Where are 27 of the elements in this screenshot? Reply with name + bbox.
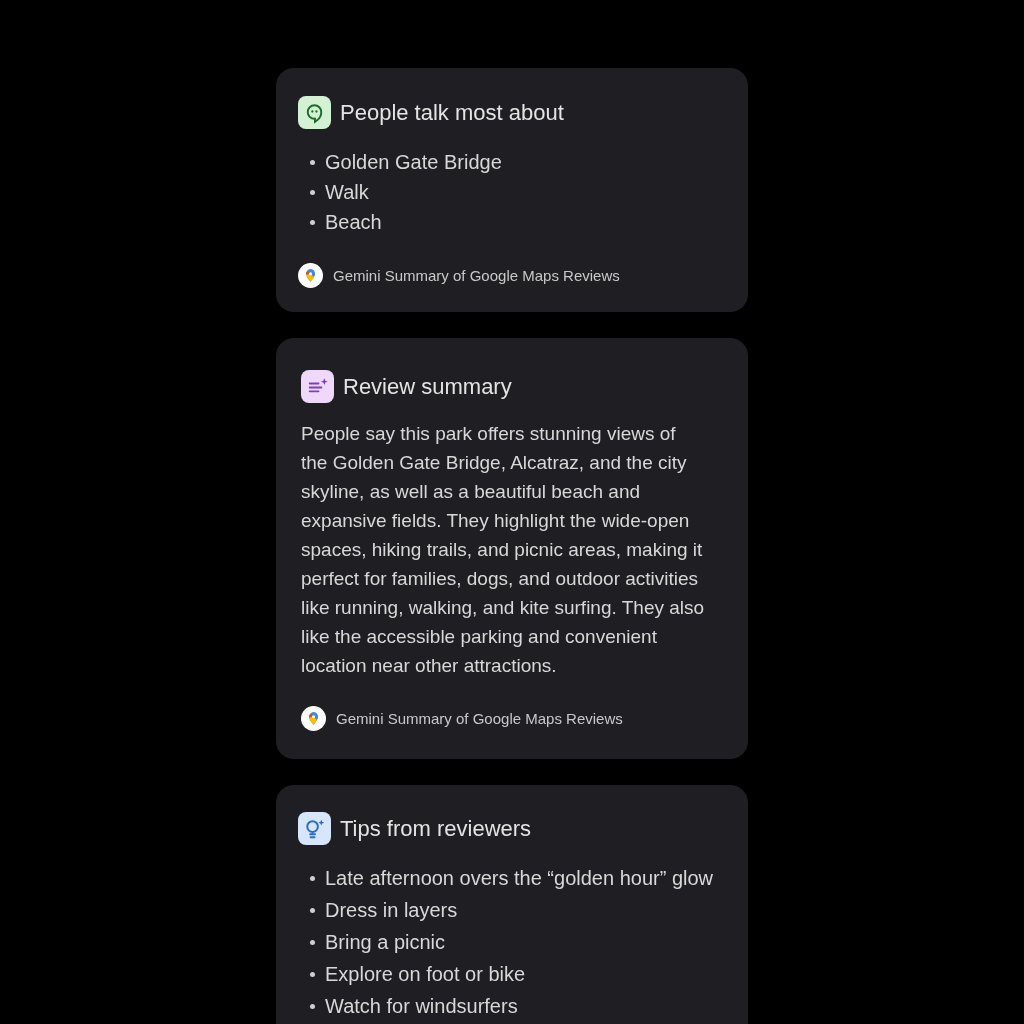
bullet-icon (310, 875, 315, 881)
lightbulb-icon (298, 812, 331, 845)
source-caption: Gemini Summary of Google Maps Reviews (333, 265, 620, 286)
list-item-text: Late afternoon overs the “golden hour” glow (325, 866, 714, 890)
map-pin-icon (301, 706, 326, 731)
bullet-icon (310, 1003, 315, 1009)
text-lines-sparkle-icon (301, 370, 334, 403)
card-title: People talk most about (340, 99, 564, 126)
bullet-icon (310, 159, 315, 165)
bullet-icon (310, 219, 315, 225)
bullet-icon (310, 971, 315, 977)
bullet-icon (310, 939, 315, 945)
list-item-text: Dress in layers (325, 898, 458, 922)
list-item-text: Golden Gate Bridge (325, 150, 502, 174)
source-caption: Gemini Summary of Google Maps Reviews (336, 708, 623, 729)
bullet-icon (310, 189, 315, 195)
list-item-text: Beach (325, 210, 382, 234)
card-title: Review summary (343, 373, 512, 400)
list-item-text: Bring a picnic (325, 930, 446, 954)
bullet-icon (310, 907, 315, 913)
card-title: Tips from reviewers (340, 815, 532, 842)
list-item-text: Watch for windsurfers (325, 994, 518, 1018)
list-item-text: Explore on foot or bike (325, 962, 526, 986)
list-item-text: Walk (325, 180, 369, 204)
map-pin-icon (298, 263, 323, 288)
summary-paragraph: People say this park offers stunning views of the Golden Gate Bridge, Alcatraz, and the city skyline, as well as a beautiful beach and expansive fields. They highlight the wide-open spaces, hiking trails, and picnic areas, making it perfect for families, dogs, and outdoor activities like running, walking, and kite surfing. They also like the accessible parking and convenient location near other attractions. (301, 422, 705, 678)
speech-bubble-icon (298, 96, 331, 129)
